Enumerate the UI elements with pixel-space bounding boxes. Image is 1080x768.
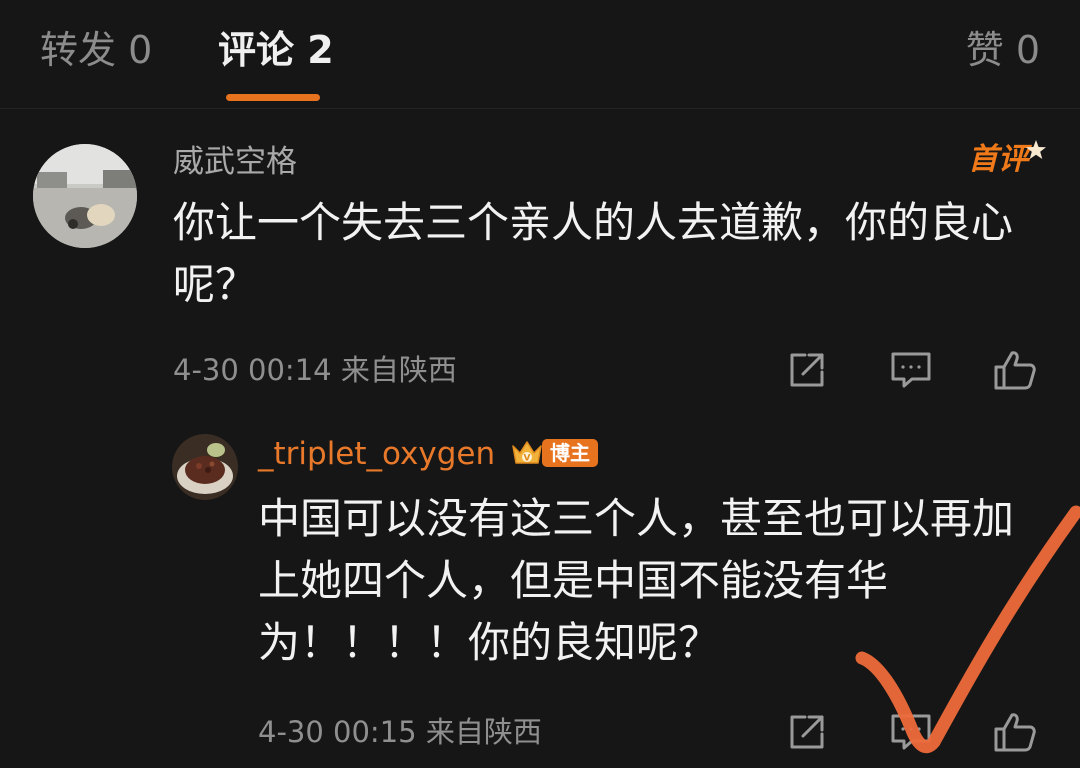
comment-like-button[interactable] [992, 347, 1038, 393]
comment-location: 来自陕西 [340, 353, 457, 387]
reply-location: 来自陕西 [425, 715, 542, 749]
reply-meta: 4-30 00:15 来自陕西 [258, 714, 542, 750]
comment-text: 你让一个失去三个亲人的人去道歉，你的良心呢？ [173, 198, 1014, 309]
comment-time: 4-30 00:14 [173, 353, 332, 387]
reply-text: 中国可以没有这三个人，甚至也可以再加上她四个人，但是中国不能没有华为！！！！你的… [258, 494, 1015, 667]
blogger-badge: V 博主 [510, 436, 598, 470]
like-icon [994, 351, 1036, 390]
reply-share-button[interactable] [784, 709, 830, 755]
tab-comments[interactable]: 评论 2 [218, 24, 334, 76]
tab-forward[interactable]: 转发 0 [40, 24, 152, 76]
replier-avatar[interactable] [172, 434, 238, 500]
tab-bar: 转发 0 评论 2 赞 0 [0, 0, 1080, 109]
crown-icon: V [512, 441, 542, 464]
like-icon [994, 713, 1036, 752]
reply-icon [891, 352, 931, 388]
comment-reply-button[interactable] [888, 347, 934, 393]
replier-name[interactable]: _triplet_oxygen [258, 434, 495, 474]
reply-reply-button[interactable] [888, 709, 934, 755]
comment-share-button[interactable] [784, 347, 830, 393]
star-icon [1026, 140, 1046, 159]
blogger-badge-label: 博主 [542, 439, 598, 467]
commenter-avatar[interactable] [33, 144, 137, 248]
comment-meta: 4-30 00:14 来自陕西 [173, 352, 457, 388]
first-comment-badge-label: 首评 [968, 142, 1028, 177]
svg-text:V: V [524, 454, 531, 464]
active-tab-indicator [226, 94, 320, 101]
share-icon [790, 353, 824, 387]
reply-like-button[interactable] [992, 709, 1038, 755]
commenter-name[interactable]: 威武空格 [173, 142, 297, 182]
reply-icon [891, 714, 931, 750]
reply-time: 4-30 00:15 [258, 715, 417, 749]
first-comment-badge: 首评 [968, 138, 1048, 182]
tab-likes[interactable]: 赞 0 [966, 24, 1040, 76]
share-icon [790, 715, 824, 749]
